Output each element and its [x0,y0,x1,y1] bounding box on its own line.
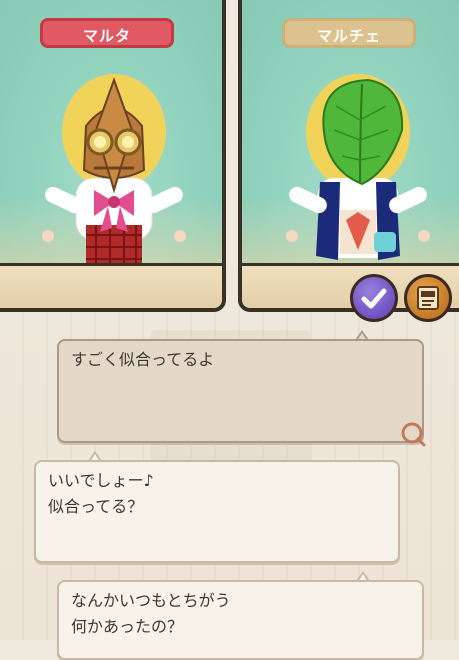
camera-button[interactable] [404,274,452,322]
dialog-line: すごく似合ってるよ [71,350,215,369]
character-marta [42,74,186,270]
panel-floor-left [0,263,222,308]
leaf-marker-icon [401,422,426,447]
dialog-line: 何かあったの？ [71,617,184,636]
name-tag-right: マルチェ [282,18,416,48]
dialog-choice-bubble[interactable]: すごく似合ってるよ [57,339,426,447]
confirm-button[interactable] [350,274,398,322]
check-icon [361,288,387,309]
dialog-line: 似合ってる？ [48,497,144,516]
name-tag-left: マルタ [40,18,174,48]
dialog-npc-bubble-2: なんかいつもとちがう 何かあったの？ [57,580,424,660]
camera-icon [417,286,439,310]
dialog-npc-bubble-1: いいでしょー♪ 似合ってる？ [34,460,400,563]
dialog-line: なんかいつもとちがう [71,591,231,610]
dialog-line: いいでしょー♪ [48,471,154,490]
character-marche [286,74,430,260]
